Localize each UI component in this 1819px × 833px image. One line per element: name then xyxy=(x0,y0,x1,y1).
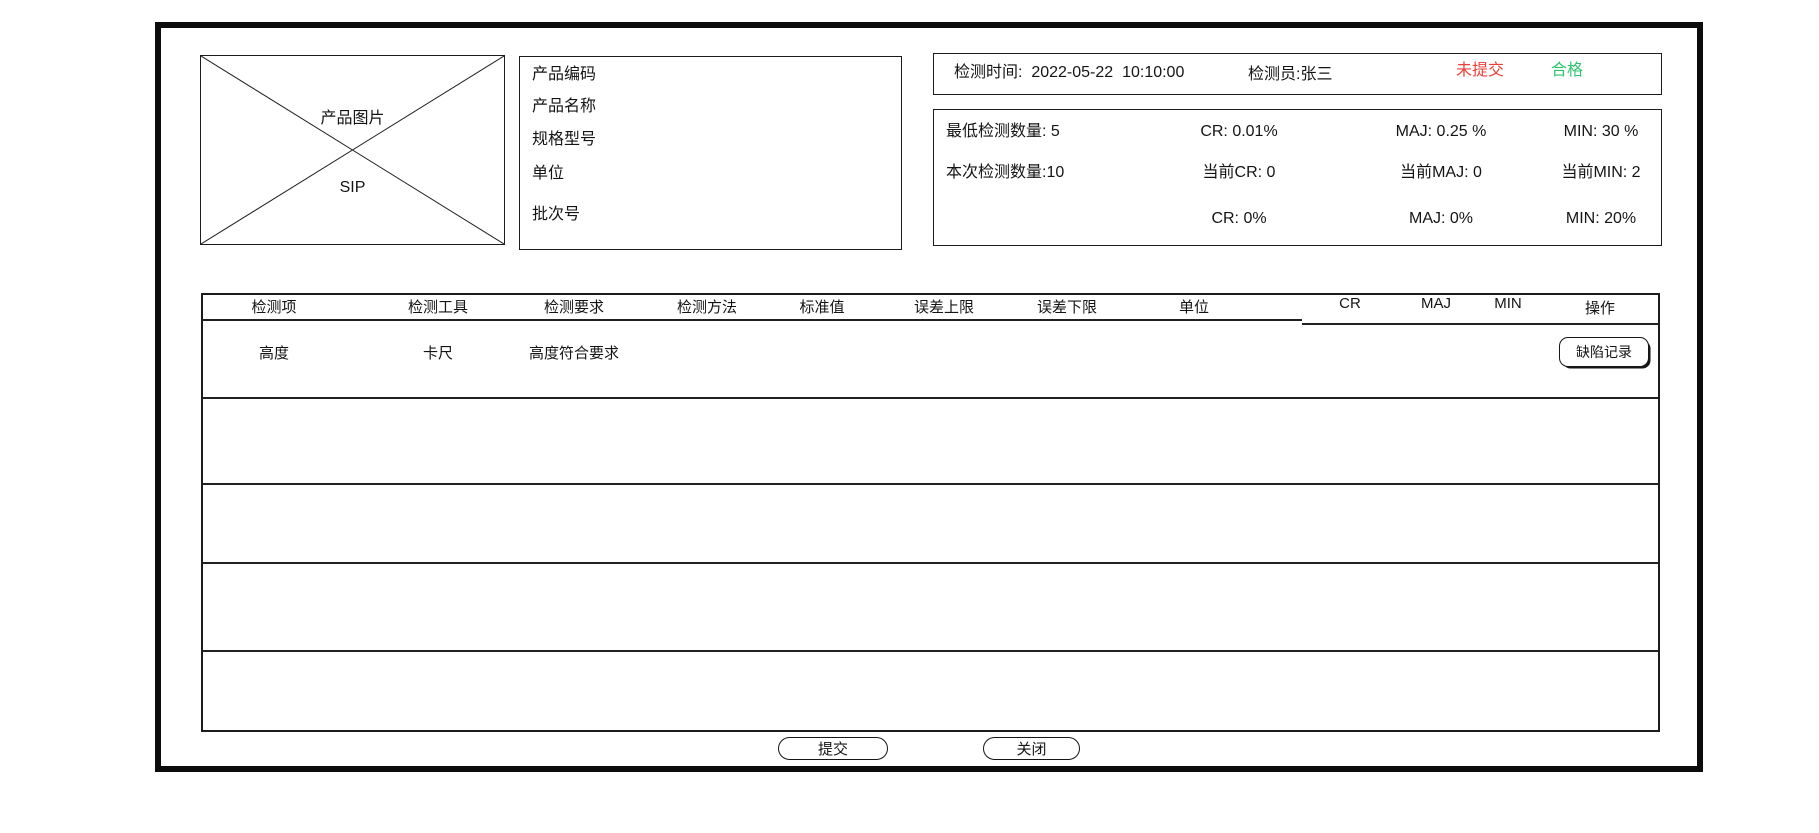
field-label-unit: 单位 xyxy=(532,164,564,184)
col-header-maj: MAJ xyxy=(1421,296,1451,312)
field-label-product-name: 产品名称 xyxy=(532,97,596,117)
inspection-time: 检测时间: 2022-05-22 10:10:00 xyxy=(954,63,1184,83)
col-header-tool: 检测工具 xyxy=(408,300,468,316)
col-header-unit: 单位 xyxy=(1179,300,1209,316)
row-separator xyxy=(203,397,1658,399)
inspection-header-bar: 检测时间: 2022-05-22 10:10:00 检测员:张三 未提交 合格 xyxy=(933,53,1662,95)
image-placeholder-cross-icon xyxy=(201,56,504,244)
cell-item: 高度 xyxy=(259,345,289,363)
table-header-underline-left xyxy=(203,319,1302,321)
result-status-badge: 合格 xyxy=(1551,61,1583,81)
cr-rate: CR: 0% xyxy=(1211,209,1266,229)
sip-link[interactable]: SIP xyxy=(201,178,504,198)
field-label-spec-model: 规格型号 xyxy=(532,130,596,150)
close-button[interactable]: 关闭 xyxy=(983,737,1080,760)
col-header-requirement: 检测要求 xyxy=(544,300,604,316)
current-min: 当前MIN: 2 xyxy=(1561,163,1640,183)
min-rate: MIN: 20% xyxy=(1566,209,1636,229)
product-image-placeholder[interactable]: 产品图片 SIP xyxy=(200,55,505,245)
submit-button[interactable]: 提交 xyxy=(778,737,888,760)
col-header-item: 检测项 xyxy=(251,300,296,316)
col-header-method: 检测方法 xyxy=(677,300,737,316)
defect-record-button[interactable]: 缺陷记录 xyxy=(1559,337,1649,367)
product-form-panel: 产品编码 产品名称 规格型号 单位 批次号 xyxy=(519,56,902,250)
col-header-upper-limit: 误差上限 xyxy=(914,300,974,316)
field-label-product-code: 产品编码 xyxy=(532,65,596,85)
col-header-action: 操作 xyxy=(1585,301,1615,317)
table-header-underline-right xyxy=(1302,323,1659,325)
inspection-table: 检测项 检测工具 检测要求 检测方法 标准值 误差上限 误差下限 单位 CR M… xyxy=(201,293,1660,732)
min-inspect-qty: 最低检测数量: 5 xyxy=(946,122,1060,142)
col-header-cr: CR xyxy=(1339,296,1361,312)
cell-requirement: 高度符合要求 xyxy=(529,345,619,363)
row-separator xyxy=(203,562,1658,564)
col-header-min: MIN xyxy=(1494,296,1522,312)
cell-tool: 卡尺 xyxy=(423,345,453,363)
cr-limit: CR: 0.01% xyxy=(1200,122,1277,142)
product-image-label: 产品图片 xyxy=(201,109,504,129)
field-label-batch-number: 批次号 xyxy=(532,205,580,225)
inspection-window: 产品图片 SIP 产品编码 产品名称 规格型号 单位 批次号 检测时间: 202… xyxy=(0,0,1819,833)
row-separator xyxy=(203,650,1658,652)
maj-rate: MAJ: 0% xyxy=(1409,209,1473,229)
current-inspect-qty: 本次检测数量:10 xyxy=(946,163,1064,183)
inspector-name: 检测员:张三 xyxy=(1248,65,1332,85)
current-cr: 当前CR: 0 xyxy=(1203,163,1276,183)
maj-limit: MAJ: 0.25 % xyxy=(1396,122,1487,142)
current-maj: 当前MAJ: 0 xyxy=(1400,163,1482,183)
min-limit: MIN: 30 % xyxy=(1564,122,1639,142)
metrics-panel: 最低检测数量: 5 CR: 0.01% MAJ: 0.25 % MIN: 30 … xyxy=(933,109,1662,246)
col-header-lower-limit: 误差下限 xyxy=(1037,300,1097,316)
col-header-standard: 标准值 xyxy=(799,300,844,316)
row-separator xyxy=(203,483,1658,485)
submit-status-badge: 未提交 xyxy=(1456,61,1504,81)
